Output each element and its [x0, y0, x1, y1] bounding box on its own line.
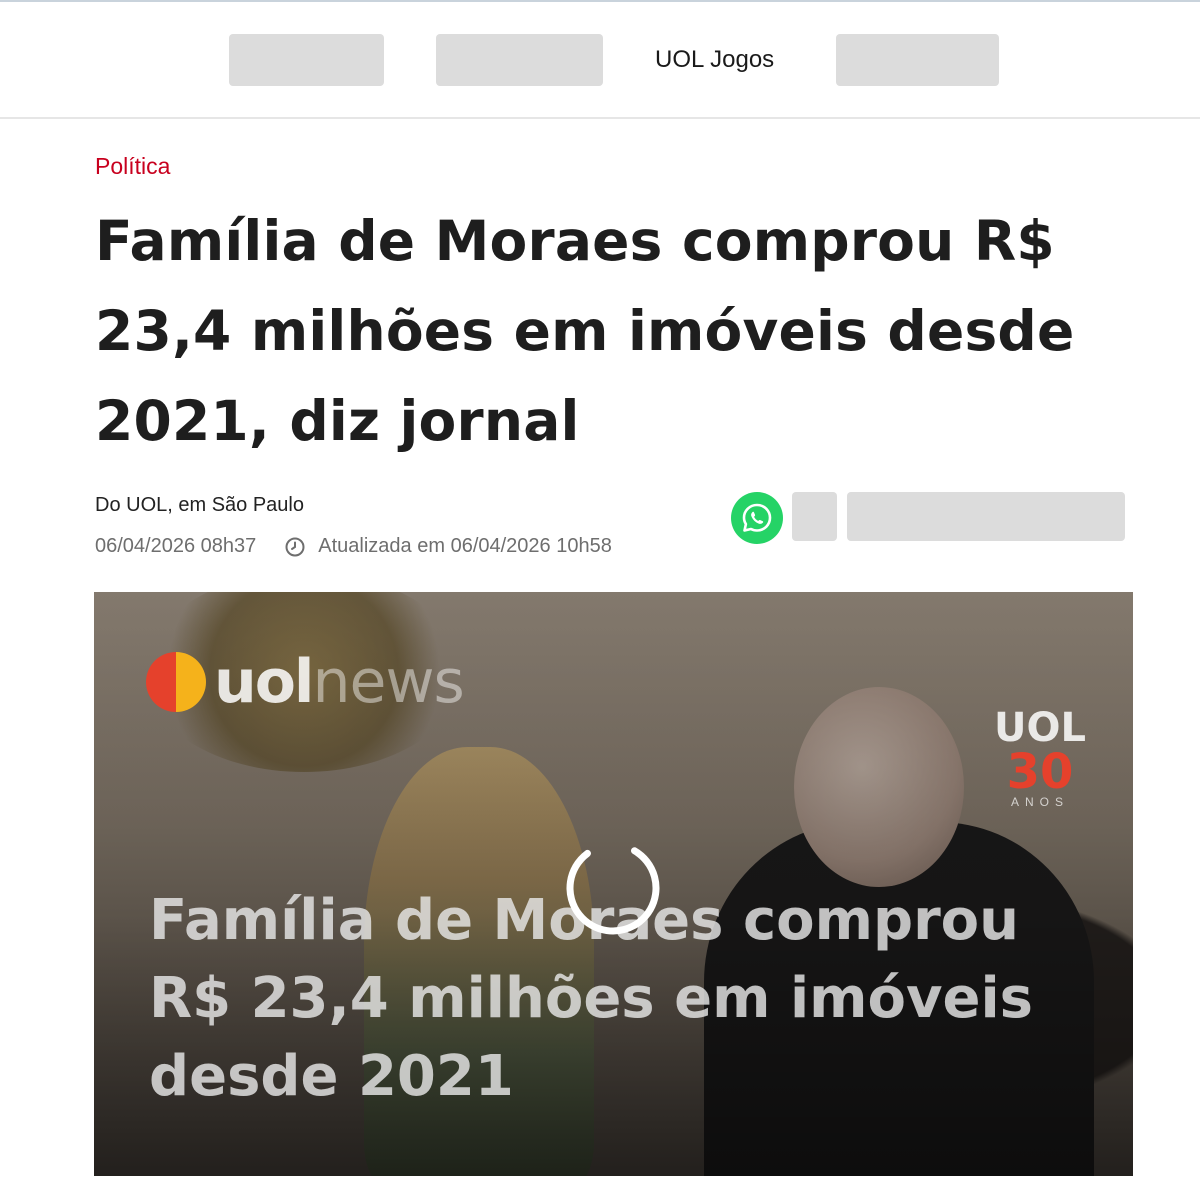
whatsapp-share-button[interactable] [731, 492, 783, 544]
article-dates: 06/04/2026 08h37 Atualizada em 06/04/202… [95, 535, 612, 558]
badge-top-text: UOL [994, 705, 1086, 751]
uol-news-logo: uol news [146, 647, 465, 717]
nav-item-placeholder[interactable] [436, 34, 603, 86]
clock-icon [284, 536, 306, 558]
nav-item-placeholder[interactable] [229, 34, 384, 86]
share-button-placeholder[interactable] [847, 492, 1125, 541]
video-player[interactable]: uol news UOL 30 ANOS Família de Moraes c… [94, 592, 1133, 1176]
news-logo-text: news [312, 647, 465, 717]
uol-30-anos-badge: UOL 30 ANOS [994, 707, 1086, 809]
uol-logo-icon [146, 652, 206, 712]
nav-item-placeholder[interactable] [836, 34, 999, 86]
badge-number-text: 30 [1006, 744, 1074, 800]
published-date: 06/04/2026 08h37 [95, 535, 257, 557]
nav-item-uol-jogos[interactable]: UOL Jogos [655, 34, 774, 86]
uol-logo-text: uol [214, 647, 315, 717]
article-byline: Do UOL, em São Paulo [95, 494, 304, 516]
whatsapp-icon [742, 503, 772, 532]
article-headline: Família de Moraes comprou R$ 23,4 milhõe… [95, 209, 1075, 453]
loading-spinner-icon [566, 841, 660, 935]
updated-date: Atualizada em 06/04/2026 10h58 [318, 535, 612, 557]
article-category[interactable]: Política [95, 153, 170, 180]
site-header: UOL Jogos [0, 2, 1200, 119]
share-button-placeholder[interactable] [792, 492, 837, 541]
